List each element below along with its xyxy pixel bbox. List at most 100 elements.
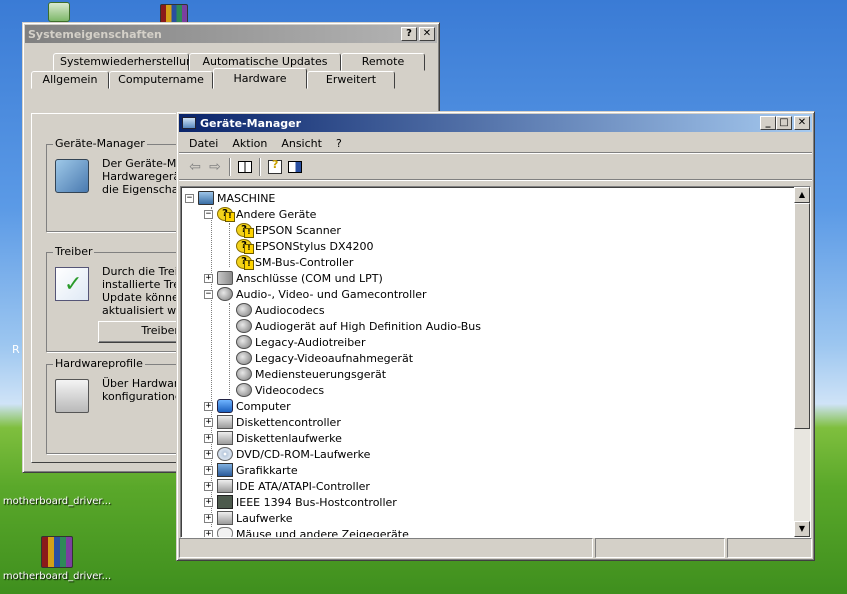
expand-plus-icon[interactable]: + (204, 433, 213, 443)
desktop-archive-icon[interactable] (160, 4, 188, 24)
tree-node[interactable]: + Mäuse und andere Zeigegeräte (185, 526, 792, 537)
tree-node-label: Legacy-Audiotreiber (255, 335, 366, 349)
scroll-down-arrow-icon[interactable]: ▼ (794, 521, 810, 537)
show-hide-console-tree-icon[interactable] (235, 158, 255, 176)
menu-ansicht[interactable]: Ansicht (274, 137, 329, 150)
tree-node[interactable]: + Diskettenlaufwerke (185, 430, 792, 446)
expand-plus-icon[interactable]: + (204, 513, 213, 523)
warning-device-icon: ? (236, 255, 254, 270)
tab-erweitert[interactable]: Erweitert (307, 71, 395, 89)
tab-hardware[interactable]: Hardware (213, 68, 307, 89)
tree-node[interactable]: + Laufwerke (185, 510, 792, 526)
unknown-device-icon: ? (217, 207, 235, 222)
tree-node[interactable]: + Anschlüsse (COM und LPT) (185, 270, 792, 286)
tree-node[interactable]: Audiogerät auf High Definition Audio-Bus (185, 318, 792, 334)
tab-computername[interactable]: Computername (109, 71, 213, 89)
collapse-minus-icon[interactable]: − (185, 193, 194, 203)
tree-node-label: SM-Bus-Controller (255, 255, 354, 269)
speaker-icon (217, 287, 233, 301)
collapse-minus-icon[interactable]: − (204, 209, 213, 219)
menu-help[interactable]: ? (329, 137, 349, 150)
desktop-recycle-icon[interactable] (48, 2, 70, 22)
tree-node-label: Audiogerät auf High Definition Audio-Bus (255, 319, 482, 333)
expand-plus-icon[interactable]: + (204, 497, 213, 507)
desktop-icon-label: motherboard_driver... (2, 496, 112, 507)
menu-datei[interactable]: Datei (182, 137, 225, 150)
speaker-icon (236, 351, 252, 365)
tree-node[interactable]: − MASCHINE (185, 190, 792, 206)
tree-node[interactable]: + Diskettencontroller (185, 414, 792, 430)
scroll-thumb[interactable] (794, 203, 810, 429)
scroll-up-arrow-icon[interactable]: ▲ (794, 187, 810, 203)
tree-node-label: Diskettencontroller (236, 415, 341, 429)
tree-node[interactable]: Legacy-Videoaufnahmegerät (185, 350, 792, 366)
tree-node[interactable]: Videocodecs (185, 382, 792, 398)
speaker-icon (236, 335, 252, 349)
tab-allgemein[interactable]: Allgemein (31, 71, 109, 89)
forward-arrow-icon[interactable]: ⇨ (205, 158, 225, 176)
expand-plus-icon[interactable]: + (204, 273, 213, 283)
back-arrow-icon[interactable]: ⇦ (185, 158, 205, 176)
menu-bar: Datei Aktion Ansicht ? (179, 134, 812, 153)
close-button[interactable]: ✕ (419, 27, 435, 41)
minimize-button[interactable]: _ (760, 116, 776, 130)
desktop-icon-motherboard-2[interactable]: motherboard_driver... (2, 536, 112, 582)
tree-node[interactable]: Mediensteuerungsgerät (185, 366, 792, 382)
expand-plus-icon[interactable]: + (204, 481, 213, 491)
group-label: Geräte-Manager (53, 137, 147, 150)
floppy-drive-icon (217, 431, 233, 445)
help-button[interactable]: ? (401, 27, 417, 41)
properties-icon[interactable]: ? (265, 158, 285, 176)
hardware-profile-icon (55, 379, 89, 413)
tree-node-label: EPSON Scanner (255, 223, 341, 237)
collapse-minus-icon[interactable]: − (204, 289, 213, 299)
device-manager-icon (55, 159, 89, 193)
help-pane-icon[interactable] (285, 158, 305, 176)
expand-plus-icon[interactable]: + (204, 401, 213, 411)
tab-systemwiederherstellung[interactable]: Systemwiederherstellung (53, 53, 200, 71)
tree-node[interactable]: + IEEE 1394 Bus-Hostcontroller (185, 494, 792, 510)
tree-node[interactable]: + DVD/CD-ROM-Laufwerke (185, 446, 792, 462)
tree-node[interactable]: ?EPSON Scanner (185, 222, 792, 238)
tree-node[interactable]: − Audio-, Video- und Gamecontroller (185, 286, 792, 302)
status-panel (595, 538, 725, 558)
tree-node-label: Audiocodecs (255, 303, 325, 317)
expand-plus-icon[interactable]: + (204, 417, 213, 427)
device-tree-list: −MASCHINE−?Andere Geräte?EPSON Scanner?E… (185, 190, 792, 537)
computer-icon (217, 399, 233, 413)
system-properties-titlebar[interactable]: Systemeigenschaften ? ✕ (25, 25, 437, 43)
tab-remote[interactable]: Remote (341, 53, 425, 71)
tree-node[interactable]: Audiocodecs (185, 302, 792, 318)
tree-node-label: EPSONStylus DX4200 (255, 239, 374, 253)
device-manager-titlebar[interactable]: Geräte-Manager _ □ ✕ (179, 114, 812, 132)
tree-node[interactable]: ?SM-Bus-Controller (185, 254, 792, 270)
tree-node[interactable]: + IDE ATA/ATAPI-Controller (185, 478, 792, 494)
speaker-warning-icon (236, 319, 252, 333)
tree-node[interactable]: −?Andere Geräte (185, 206, 792, 222)
expand-plus-icon[interactable]: + (204, 465, 213, 475)
status-panel (179, 538, 593, 558)
maximize-button[interactable]: □ (776, 116, 792, 130)
tree-node-label: Anschlüsse (COM und LPT) (236, 271, 383, 285)
tree-node-label: Computer (236, 399, 291, 413)
expand-plus-icon[interactable]: + (204, 449, 213, 459)
expand-plus-icon[interactable]: + (204, 529, 213, 537)
tree-node[interactable]: ?EPSONStylus DX4200 (185, 238, 792, 254)
desktop-icon-motherboard-1[interactable]: motherboard_driver... (2, 496, 112, 507)
toolbar: ⇦ ⇨ ? (179, 154, 812, 180)
close-button[interactable]: ✕ (794, 116, 810, 130)
menu-aktion[interactable]: Aktion (225, 137, 274, 150)
tree-node[interactable]: Legacy-Audiotreiber (185, 334, 792, 350)
mouse-icon (217, 527, 233, 537)
tree-node[interactable]: + Computer (185, 398, 792, 414)
tree-node[interactable]: + Grafikkarte (185, 462, 792, 478)
device-tree[interactable]: −MASCHINE−?Andere Geräte?EPSON Scanner?E… (180, 186, 811, 538)
window-title: Geräte-Manager (200, 116, 302, 130)
window-title: Systemeigenschaften (28, 27, 162, 41)
vertical-scrollbar[interactable]: ▲ ▼ (794, 187, 810, 537)
tree-node-label: Audio-, Video- und Gamecontroller (236, 287, 427, 301)
